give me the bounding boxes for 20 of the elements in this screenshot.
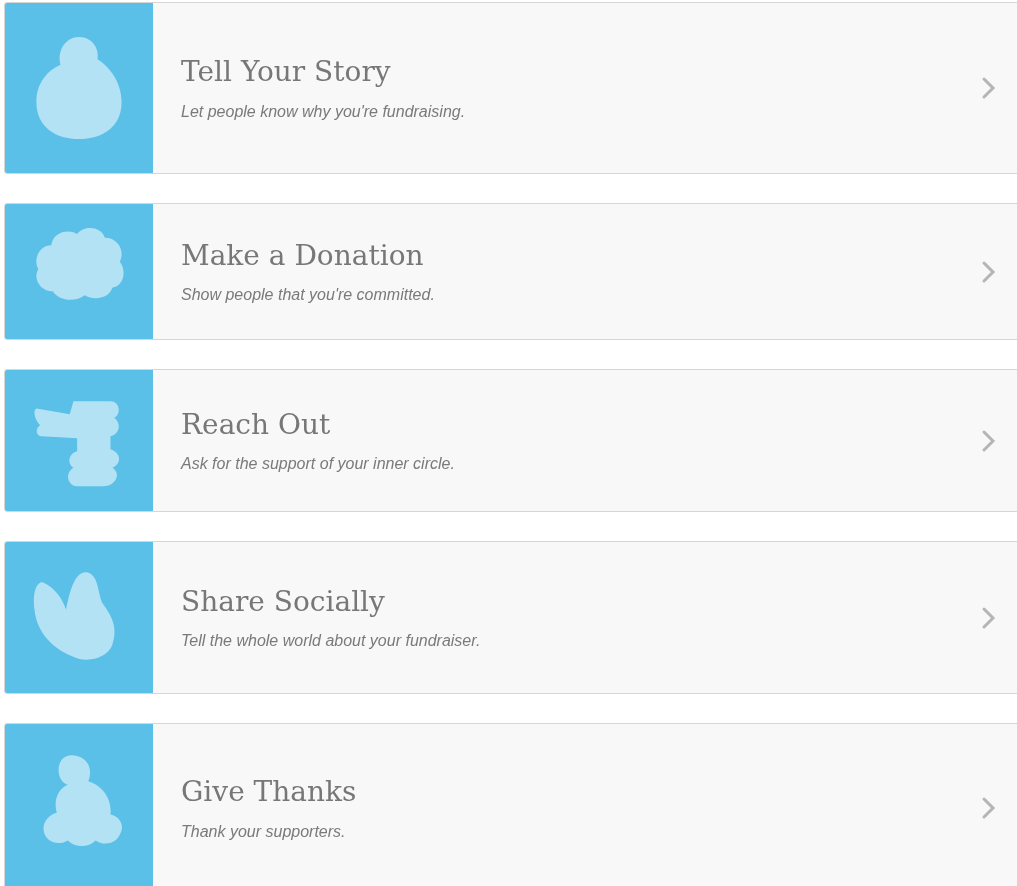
step-title: Share Socially	[181, 584, 385, 619]
chevron-icon	[981, 259, 997, 284]
step-title: Give Thanks	[181, 775, 357, 809]
step-description: Show people that you're committed.	[181, 286, 435, 305]
step-card[interactable]: Tell Your Story Let people know why you're fundraising.	[4, 2, 1017, 174]
step-title: Make a Donation	[181, 238, 424, 273]
step-description: Let people know why you're fundraising.	[181, 102, 466, 121]
step-title: Tell Your Story	[181, 55, 391, 89]
step-card[interactable]: Share Socially Tell the whole world about your fundraiser.	[4, 541, 1017, 694]
step-description: Ask for the support of your inner circle.	[181, 455, 455, 474]
step-title: Reach Out	[181, 407, 331, 442]
step-card[interactable]: Give Thanks Thank your supporters.	[4, 723, 1017, 886]
step-description: Thank your supporters.	[181, 822, 346, 841]
chevron-icon	[981, 796, 997, 820]
step-card[interactable]: Make a Donation Show people that you're committed.	[4, 203, 1017, 340]
chevron-icon	[981, 76, 997, 100]
step-card[interactable]: Reach Out Ask for the support of your inner circle.	[4, 369, 1017, 512]
step-description: Tell the whole world about your fundraiser.	[181, 632, 481, 651]
chevron-icon	[981, 428, 997, 453]
chevron-icon	[981, 605, 997, 630]
